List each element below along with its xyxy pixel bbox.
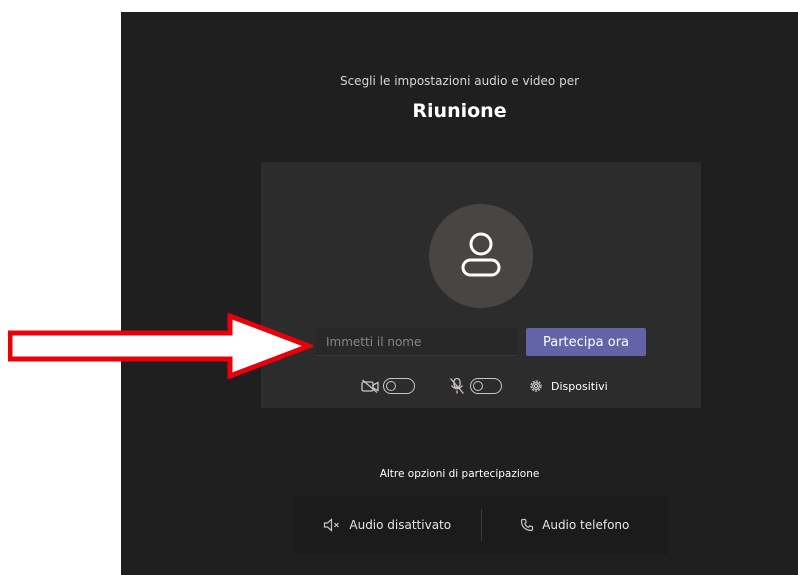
devices-label: Dispositivi bbox=[551, 379, 608, 393]
prejoin-subtitle: Scegli le impostazioni audio e video per bbox=[339, 74, 580, 88]
av-controls: Dispositivi bbox=[261, 374, 701, 398]
devices-button[interactable]: Dispositivi bbox=[527, 374, 608, 398]
other-options-box: Audio disattivato Audio telefono bbox=[294, 496, 668, 554]
preview-panel: Partecipa ora bbox=[261, 162, 701, 408]
camera-control bbox=[361, 374, 415, 398]
other-options-title: Altre opzioni di partecipazione bbox=[379, 468, 540, 480]
camera-off-icon bbox=[361, 377, 379, 395]
join-now-label: Partecipa ora bbox=[542, 334, 630, 350]
phone-icon bbox=[520, 518, 534, 532]
mic-toggle[interactable] bbox=[470, 378, 502, 394]
phone-audio-label: Audio telefono bbox=[542, 518, 630, 532]
mic-control bbox=[448, 374, 502, 398]
name-input[interactable] bbox=[316, 328, 517, 356]
teams-prejoin-screen: Scegli le impostazioni audio e video per… bbox=[121, 12, 798, 575]
person-icon bbox=[457, 229, 505, 283]
gear-icon bbox=[527, 377, 545, 395]
join-now-button[interactable]: Partecipa ora bbox=[526, 328, 646, 356]
audio-off-label: Audio disattivato bbox=[349, 518, 452, 532]
avatar bbox=[429, 204, 533, 308]
camera-toggle[interactable] bbox=[383, 378, 415, 394]
arrow-right-icon bbox=[8, 313, 313, 379]
speaker-off-icon bbox=[323, 518, 341, 532]
mic-off-icon bbox=[448, 377, 466, 395]
phone-audio-option[interactable]: Audio telefono bbox=[482, 496, 669, 554]
meeting-title: Riunione bbox=[412, 100, 507, 122]
audio-off-option[interactable]: Audio disattivato bbox=[294, 496, 481, 554]
